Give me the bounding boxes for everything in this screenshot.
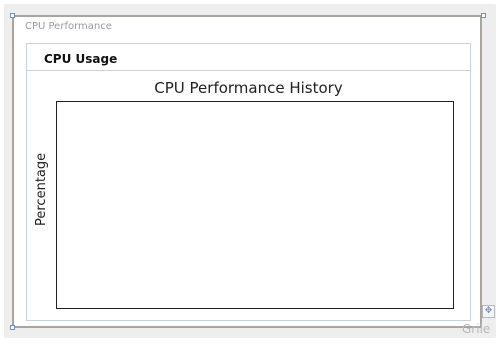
cpu-performance-window[interactable]: CPU Performance CPU Usage CPU Performanc… [12,15,482,328]
watermark-text: Grile [462,322,491,336]
selection-handle-top-right[interactable] [481,13,486,18]
y-axis-label: Percentage [34,152,49,226]
selection-handle-bottom-left[interactable] [10,325,15,330]
window-title: CPU Performance [25,21,112,32]
group-title: CPU Usage [44,52,118,66]
group-header: CPU Usage [27,44,470,71]
designer-canvas: CPU Performance CPU Usage CPU Performanc… [0,0,504,346]
cpu-usage-group[interactable]: CPU Usage CPU Performance History Percen… [26,43,471,321]
plot-area[interactable] [56,101,454,309]
move-grip-icon[interactable]: ✥ [482,305,495,318]
selection-handle-top-left[interactable] [10,13,15,18]
chart-title: CPU Performance History [154,79,343,97]
